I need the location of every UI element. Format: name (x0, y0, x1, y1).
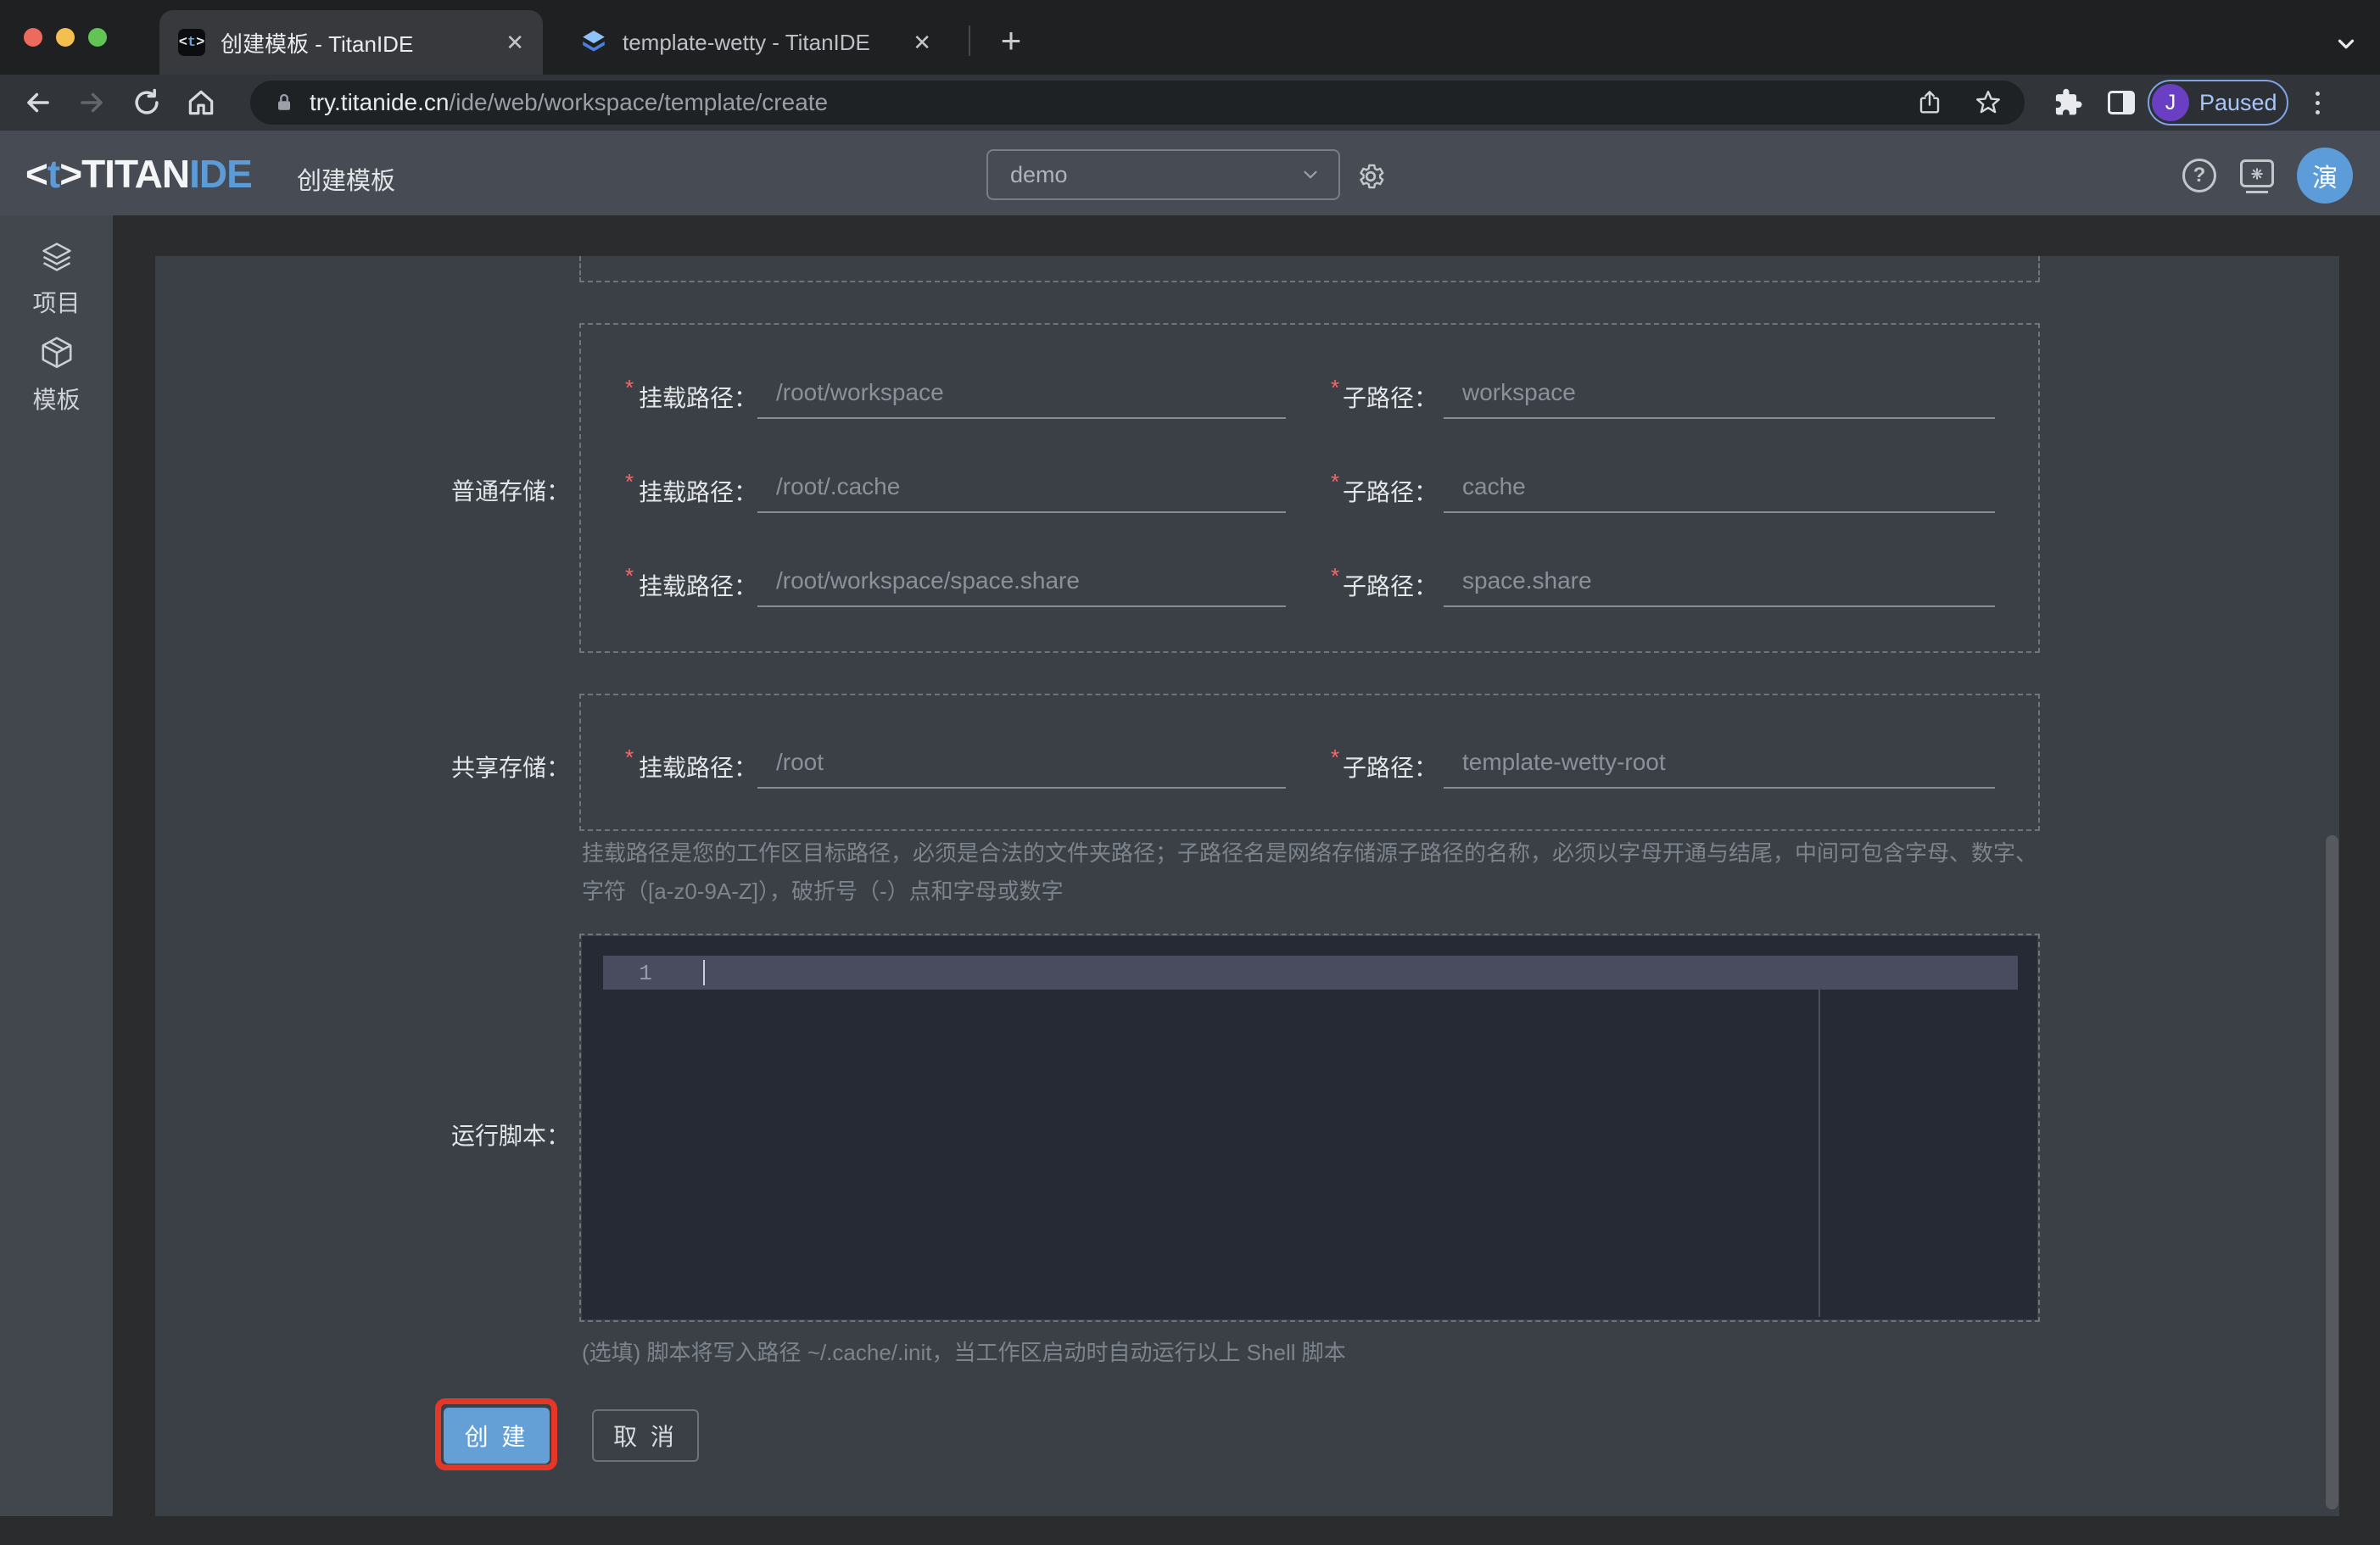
sub-path-input[interactable]: space.share (1444, 556, 1995, 607)
console-icon-base (2246, 191, 2268, 193)
home-button[interactable] (182, 83, 221, 122)
window-minimize-button[interactable] (56, 28, 75, 47)
sidebar-item-label: 模板 (32, 387, 81, 413)
mount-path-label: 挂载路径： (639, 479, 758, 505)
storage-row: * 挂载路径： /root/.cache * 子路径： cache (579, 462, 2040, 515)
script-code-editor[interactable]: 1 (582, 936, 2037, 1319)
url-bar[interactable]: try.titanide.cn/ide/web/workspace/templa… (250, 81, 2025, 125)
tab-create-template[interactable]: < t > 创建模板 - TitanIDE ✕ (159, 10, 543, 75)
forward-button[interactable] (72, 83, 111, 122)
sub-path-input[interactable]: workspace (1444, 368, 1995, 419)
side-panel-icon[interactable] (2102, 83, 2141, 122)
cancel-button[interactable]: 取 消 (592, 1409, 699, 1462)
console-settings-icon[interactable] (2240, 159, 2274, 187)
select-chevron-icon (1304, 170, 1317, 179)
panel-scrollbar[interactable] (2326, 835, 2338, 1509)
workspace-favicon (583, 31, 605, 52)
screen: < t > 创建模板 - TitanIDE ✕ template-wetty - T… (0, 0, 2380, 1545)
app-sidebar: 项目 模板 (0, 215, 113, 1516)
new-tab-button[interactable]: + (991, 20, 1031, 61)
sidebar-item-projects[interactable]: 项目 (0, 239, 113, 319)
share-icon[interactable] (1916, 89, 1943, 116)
mount-path-input[interactable]: /root (757, 738, 1286, 789)
sub-path-input[interactable]: cache (1444, 462, 1995, 513)
required-mark: * (1331, 469, 1340, 494)
create-button[interactable]: 创 建 (444, 1408, 550, 1464)
reload-button[interactable] (127, 83, 166, 122)
browser-tabstrip: < t > 创建模板 - TitanIDE ✕ template-wetty - T… (0, 0, 2380, 75)
editor-cursor (703, 960, 705, 985)
extensions-puzzle-icon[interactable] (2048, 83, 2087, 122)
app-header: <t>TITANIDE 创建模板 demo ? 演 (0, 131, 2380, 215)
window-maximize-button[interactable] (88, 28, 107, 47)
mount-path-label: 挂载路径： (639, 573, 758, 600)
page-title: 创建模板 (297, 168, 396, 195)
layers-icon (42, 243, 71, 271)
profile-avatar: J (2152, 84, 2189, 121)
url-host: try.titanide.cn (310, 89, 450, 115)
required-mark: * (1331, 375, 1340, 400)
tab-divider (969, 25, 970, 56)
tab-title: template-wetty - TitanIDE (623, 29, 870, 55)
sidebar-item-templates[interactable]: 模板 (0, 334, 113, 416)
help-icon[interactable]: ? (2182, 159, 2216, 192)
tab-template-wetty[interactable]: template-wetty - TitanIDE ✕ (561, 10, 950, 75)
storage-row: * 挂载路径： /root/workspace * 子路径： workspace (579, 368, 2040, 421)
close-tab-icon[interactable]: ✕ (485, 30, 524, 56)
required-mark: * (625, 375, 634, 400)
profile-status: Paused (2199, 89, 2277, 115)
workspace-settings-gear-icon[interactable] (1355, 161, 1386, 192)
shared-storage-group-label: 共享存储： (450, 755, 570, 781)
browser-menu-kebab-icon[interactable] (2309, 83, 2326, 122)
mount-path-label: 挂载路径： (639, 755, 758, 781)
window-controls[interactable] (24, 28, 107, 47)
sub-path-label: 子路径： (1343, 755, 1439, 781)
workspace-select[interactable]: demo (986, 149, 1340, 200)
required-mark: * (1331, 745, 1340, 770)
required-mark: * (625, 563, 634, 588)
required-mark: * (1331, 563, 1340, 588)
close-tab-icon[interactable]: ✕ (892, 30, 931, 56)
browser-toolbar: try.titanide.cn/ide/web/workspace/templa… (0, 75, 2380, 131)
mount-path-input[interactable]: /root/workspace/space.share (757, 556, 1286, 607)
titanide-logo: <t>TITANIDE (25, 152, 253, 196)
sub-path-label: 子路径： (1343, 385, 1439, 411)
path-rules-help-text: 挂载路径是您的工作区目标路径，必须是合法的文件夹路径；子路径名是网络存储源子路径… (582, 840, 2038, 904)
clipped-section-box (579, 256, 2040, 282)
storage-row: * 挂载路径： /root * 子路径： template-wetty-root (579, 738, 2040, 790)
tab-search-chevron-icon[interactable] (2327, 25, 2365, 63)
back-button[interactable] (19, 83, 58, 122)
editor-line-number: 1 (639, 961, 652, 986)
editor-ruler-line (1819, 990, 1820, 1317)
cube-icon (42, 337, 71, 369)
sub-path-input[interactable]: template-wetty-root (1444, 738, 1995, 789)
sub-path-label: 子路径： (1343, 573, 1439, 600)
editor-current-line: 1 (603, 956, 2018, 990)
workspace-select-value: demo (1010, 161, 1068, 187)
required-mark: * (625, 469, 634, 494)
mount-path-input[interactable]: /root/.cache (757, 462, 1286, 513)
titanide-favicon: < t > (178, 29, 205, 56)
sub-path-label: 子路径： (1343, 479, 1439, 505)
script-hint-text: (选填) 脚本将写入路径 ~/.cache/.init，当工作区启动时自动运行以… (582, 1340, 1346, 1365)
tab-title: 创建模板 - TitanIDE (221, 31, 414, 57)
window-close-button[interactable] (24, 28, 42, 47)
run-script-label: 运行脚本： (450, 1123, 570, 1149)
user-avatar[interactable]: 演 (2297, 148, 2353, 204)
required-mark: * (625, 745, 634, 770)
mount-path-label: 挂载路径： (639, 385, 758, 411)
url-path: /ide/web/workspace/template/create (449, 89, 829, 115)
browser-profile-button[interactable]: J Paused (2148, 80, 2288, 125)
mount-path-input[interactable]: /root/workspace (757, 368, 1286, 419)
normal-storage-group-label: 普通存储： (450, 478, 570, 505)
sidebar-item-label: 项目 (32, 290, 81, 316)
storage-row: * 挂载路径： /root/workspace/space.share * 子路… (579, 556, 2040, 609)
lock-icon (278, 93, 290, 110)
bookmark-star-icon[interactable] (1974, 88, 2003, 117)
